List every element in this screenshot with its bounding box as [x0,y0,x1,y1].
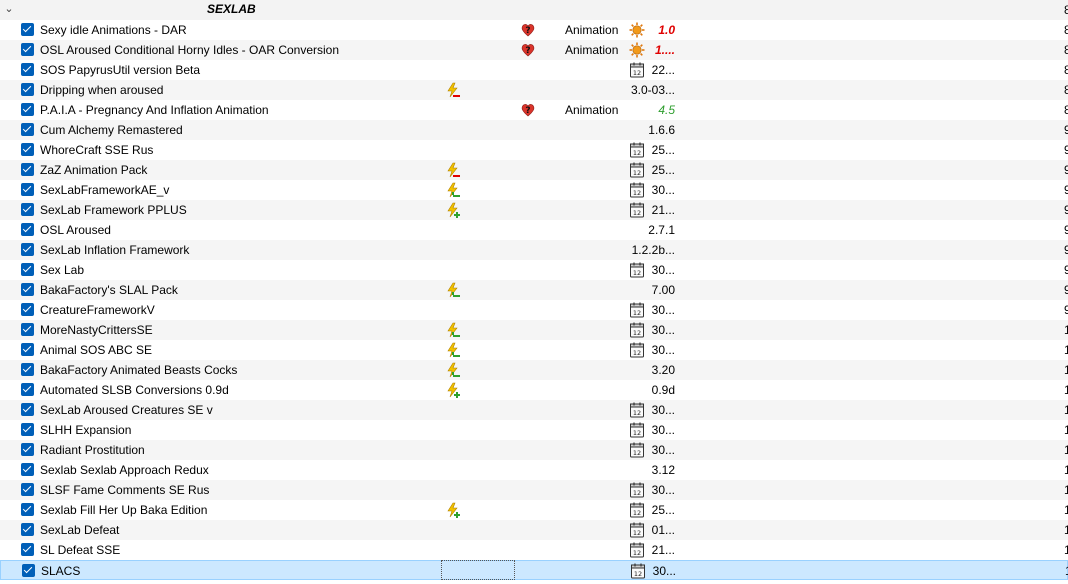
mod-row[interactable]: Sexy idle Animations - DAR? Animation 1.0 8 [0,20,1068,40]
priority-label: 8 [1064,23,1068,37]
version-label: 3.0-03... [630,83,675,97]
version-label: 25... [651,503,675,517]
version-label: 30... [651,483,675,497]
priority-label: 1 [1064,463,1068,477]
version-label: 30... [651,343,675,357]
version-label: 1.0 [658,23,675,37]
mod-row[interactable]: P.A.I.A - Pregnancy And Inflation Animat… [0,100,1068,120]
version-label: 30... [651,443,675,457]
version-label: 01... [651,523,675,537]
mod-row[interactable]: SexLab Framework PPLUS 12 21... 9 [0,200,1068,220]
mod-list: ⌄ SEXLAB 8 Sexy idle Animations - DAR? An… [0,0,1068,584]
mod-row[interactable]: SexLab Inflation Framework 1.2.2b... 9 [0,240,1068,260]
version-label: 2.7.1 [648,223,675,237]
version-label: 1.2.2b... [631,243,675,257]
version-label: 25... [651,163,675,177]
priority-label: 9 [1064,263,1068,277]
version-label: 3.20 [651,363,675,377]
mod-row[interactable]: Radiant Prostitution 12 30... 1 [0,440,1068,460]
mod-row[interactable]: WhoreCraft SSE Rus 12 25... 9 [0,140,1068,160]
priority-label: 8 [1064,43,1068,57]
mod-row[interactable]: SL Defeat SSE 12 21... 1 [0,540,1068,560]
priority-label: 1 [1064,483,1068,497]
mod-row[interactable]: CreatureFrameworkV 12 30... 9 [0,300,1068,320]
priority-label: 9 [1064,143,1068,157]
priority-label: 1 [1064,403,1068,417]
separator-title: SEXLAB [207,2,256,16]
mod-row[interactable]: BakaFactory Animated Beasts Cocks 3.20 1 [0,360,1068,380]
priority-label: 9 [1064,303,1068,317]
mod-row[interactable]: SexLab Defeat 12 01... 1 [0,520,1068,540]
priority-label: 1 [1064,363,1068,377]
mod-row[interactable]: Animal SOS ABC SE 12 30... 1 [0,340,1068,360]
version-label: 4.5 [658,103,675,117]
version-label: 3.12 [651,463,675,477]
focused-cell-outline [441,560,515,580]
version-label: 0.9d [651,383,675,397]
mod-row[interactable]: SexLabFrameworkAE_v 12 30... 9 [0,180,1068,200]
priority-label: 1 [1064,543,1068,557]
mod-row[interactable]: SLSF Fame Comments SE Rus 12 30... 1 [0,480,1068,500]
version-label: 30... [651,303,675,317]
version-label: 30... [651,263,675,277]
version-label: 30... [651,323,675,337]
mod-row[interactable]: Sex Lab 12 30... 9 [0,260,1068,280]
version-label: 7.00 [651,283,675,297]
mod-row[interactable]: OSL Aroused 2.7.1 9 [0,220,1068,240]
mod-row[interactable]: Sexlab Sexlab Approach Redux 3.12 1 [0,460,1068,480]
priority-label: 9 [1064,183,1068,197]
priority-label: 9 [1064,283,1068,297]
mod-row[interactable]: Automated SLSB Conversions 0.9d 0.9d 1 [0,380,1068,400]
version-label: 1.... [654,43,675,57]
separator-row[interactable]: ⌄ SEXLAB 8 [0,0,1068,20]
priority-label: 9 [1064,243,1068,257]
priority-label: 9 [1064,223,1068,237]
priority-label: 1 [1064,503,1068,517]
mod-row[interactable]: Cum Alchemy Remastered 1.6.6 9 [0,120,1068,140]
priority-label: 9 [1064,163,1068,177]
mod-row[interactable]: MoreNastyCrittersSE 12 30... 1 [0,320,1068,340]
priority-label: 1 [1064,323,1068,337]
mod-row[interactable]: SexLab Aroused Creatures SE v 12 30... 1 [0,400,1068,420]
priority-label: 9 [1064,203,1068,217]
mod-row[interactable]: SLHH Expansion 12 30... 1 [0,420,1068,440]
priority-label: 1 [1064,383,1068,397]
version-label: 30... [651,183,675,197]
priority-label: 8 [1064,103,1068,117]
priority-label: 8 [1064,83,1068,97]
priority-label: 9 [1064,123,1068,137]
mod-row[interactable]: ZaZ Animation Pack 12 25... 9 [0,160,1068,180]
version-label: 30... [652,564,676,578]
priority-label: 1 [1064,343,1068,357]
priority-label: 1 [1064,423,1068,437]
priority-label: 1 [1064,443,1068,457]
mod-row[interactable]: OSL Aroused Conditional Horny Idles - OA… [0,40,1068,60]
mod-row[interactable]: SLACS1230...1 [0,560,1068,580]
version-label: 25... [651,143,675,157]
version-label: 30... [651,403,675,417]
version-label: 1.6.6 [648,123,675,137]
mod-row[interactable]: SOS PapyrusUtil version Beta 12 22... 8 [0,60,1068,80]
mod-row[interactable]: BakaFactory's SLAL Pack 7.00 9 [0,280,1068,300]
mod-row[interactable]: Dripping when aroused 3.0-03... 8 [0,80,1068,100]
priority-label: 8 [1064,63,1068,77]
priority-label: 1 [1064,523,1068,537]
version-label: 22... [651,63,675,77]
version-label: 21... [651,543,675,557]
version-label: 21... [651,203,675,217]
separator-priority: 8 [1064,3,1068,17]
mod-row[interactable]: Sexlab Fill Her Up Baka Edition 12 25... 1 [0,500,1068,520]
version-label: 30... [651,423,675,437]
chevron-down-icon[interactable]: ⌄ [3,3,15,15]
